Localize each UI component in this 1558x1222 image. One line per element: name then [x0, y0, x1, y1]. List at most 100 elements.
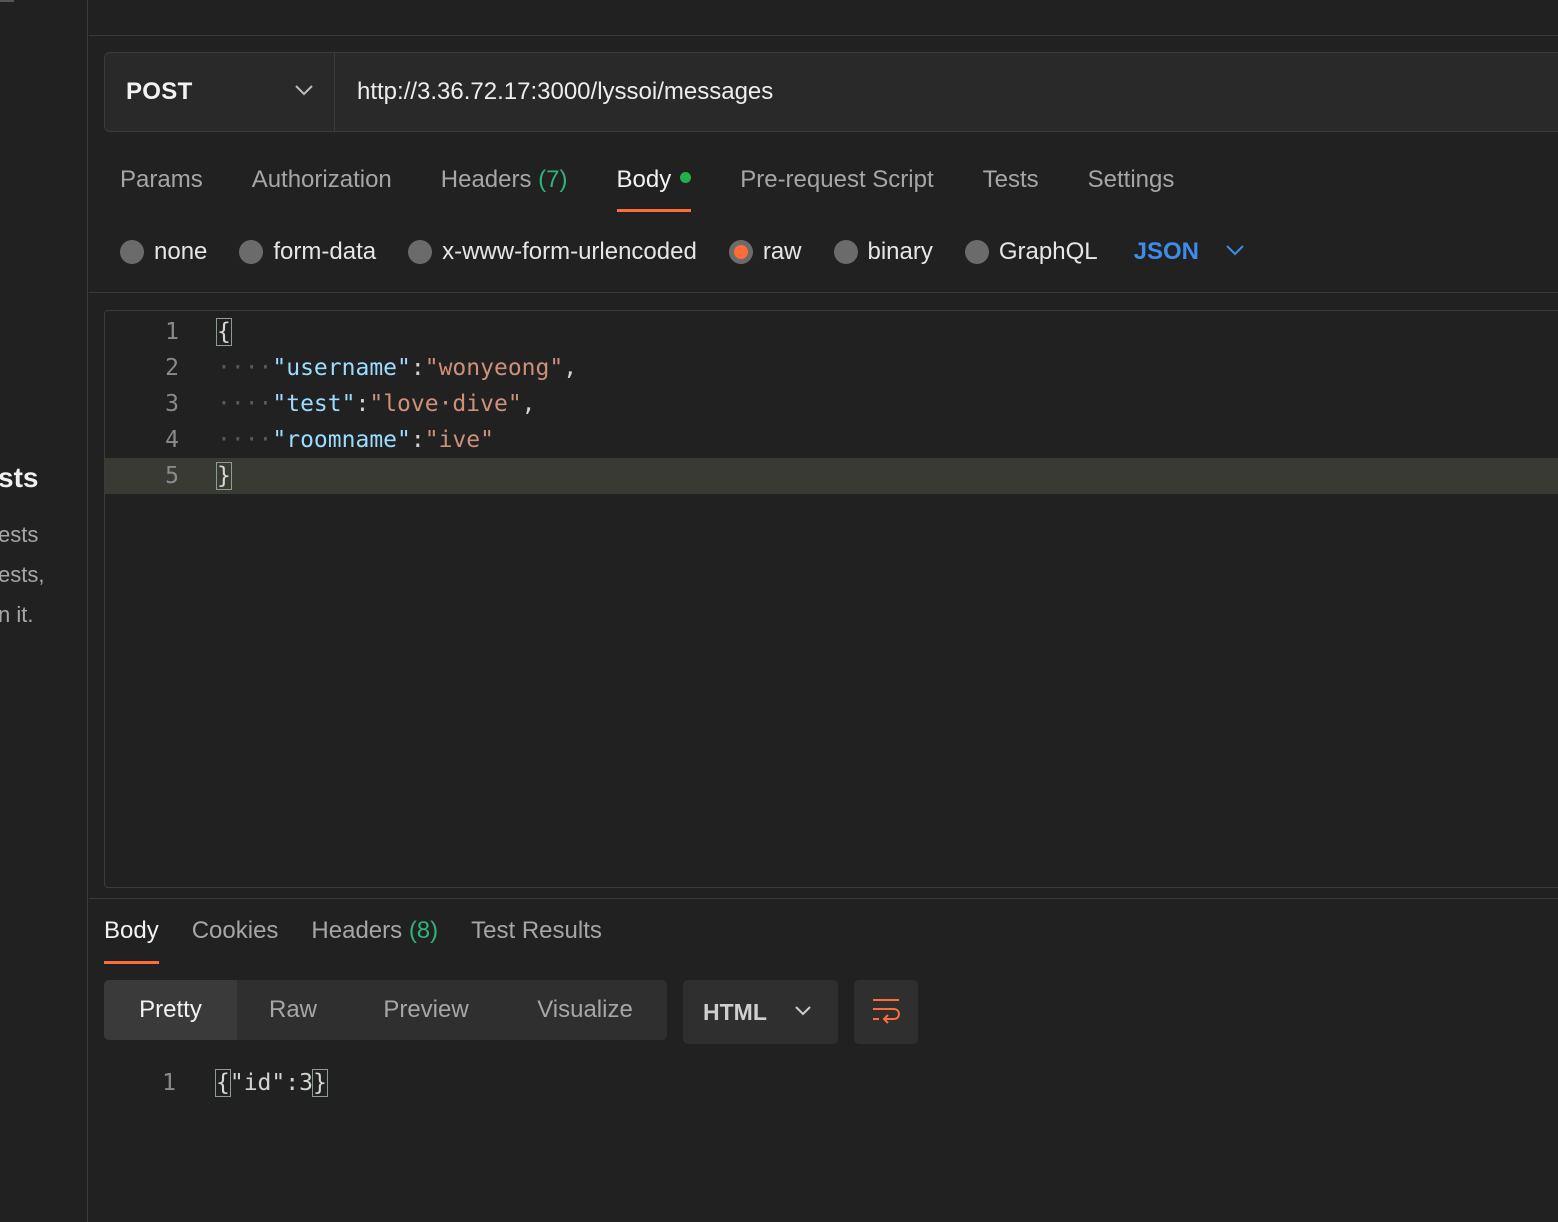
url-input[interactable]: http://3.36.72.17:3000/lyssoi/messages	[335, 53, 1558, 131]
tab-cookies[interactable]: Cookies	[192, 912, 279, 964]
tab-label: Authorization	[251, 166, 392, 193]
radio-label: GraphQL	[998, 238, 1098, 265]
sidebar-text-line: n it.	[0, 602, 34, 627]
view-raw-button[interactable]: Raw	[237, 980, 349, 1040]
sidebar: sts ests ests, n it.	[0, 0, 88, 1222]
line-number: 3	[165, 391, 179, 417]
view-visualize-button[interactable]: Visualize	[503, 980, 667, 1040]
view-pretty-button[interactable]: Pretty	[104, 980, 237, 1040]
json-comma: ,	[521, 391, 536, 417]
radio-label: binary	[867, 238, 933, 265]
tab-body[interactable]: Body	[616, 158, 692, 212]
close-brace: }	[311, 1069, 328, 1097]
language-select[interactable]: JSON	[1134, 238, 1245, 266]
open-brace: {	[216, 318, 232, 346]
tab-settings[interactable]: Settings	[1088, 158, 1175, 212]
json-value: "wonyeong"	[424, 355, 564, 381]
tab-tests[interactable]: Tests	[983, 158, 1039, 212]
response-headers-count: (8)	[408, 917, 439, 944]
radio-raw[interactable]: raw	[728, 238, 802, 266]
json-key: "username"	[272, 355, 411, 381]
line-number: 1	[165, 319, 179, 345]
tab-label: Body	[616, 166, 672, 193]
tab-response-body[interactable]: Body	[104, 912, 159, 964]
code-line: 4 ····"roomname":"ive"	[105, 422, 1558, 458]
response-format-select[interactable]: HTML	[683, 980, 838, 1044]
body-type-selector: none form-data x-www-form-urlencoded raw…	[120, 232, 1245, 272]
format-label: HTML	[703, 998, 767, 1025]
wrap-lines-icon	[870, 996, 902, 1029]
body-modified-dot	[680, 172, 692, 184]
code-line-current: 5 }	[105, 458, 1558, 494]
view-preview-button[interactable]: Preview	[349, 980, 503, 1040]
request-tabs: Params Authorization Headers (7) Body Pr…	[120, 158, 1223, 212]
radio-icon	[239, 240, 264, 264]
response-view-mode: Pretty Raw Preview Visualize	[104, 980, 667, 1040]
url-bar: POST http://3.36.72.17:3000/lyssoi/messa…	[104, 52, 1558, 132]
json-colon: :	[410, 427, 425, 453]
tab-authorization[interactable]: Authorization	[252, 158, 392, 212]
json-value: "ive"	[424, 427, 494, 453]
sidebar-heading: sts	[0, 462, 39, 493]
line-number: 1	[162, 1070, 176, 1096]
response-body-line: 1 {"id":3}	[104, 1065, 904, 1101]
indent-whitespace: ····	[217, 355, 273, 381]
wrap-lines-button[interactable]	[854, 980, 918, 1044]
tab-label: Test Results	[471, 917, 602, 944]
language-label: JSON	[1133, 238, 1199, 265]
tab-label: Params	[120, 166, 203, 193]
line-number: 5	[165, 463, 179, 489]
line-number: 4	[165, 427, 179, 453]
radio-label: raw	[762, 238, 802, 265]
radio-label: form-data	[273, 238, 377, 265]
radio-checked-icon	[728, 240, 753, 264]
radio-icon	[964, 240, 989, 264]
chevron-down-icon	[794, 1003, 812, 1021]
radio-icon	[120, 240, 144, 264]
open-brace: {	[215, 1069, 231, 1097]
sidebar-text-line: ests	[0, 522, 39, 547]
code-line: 3 ····"test":"love·dive",	[105, 386, 1558, 422]
response-content: "id":3	[229, 1070, 313, 1096]
json-colon: :	[410, 355, 425, 381]
response-tabs: Body Cookies Headers (8) Test Results	[104, 912, 635, 964]
tab-label: Settings	[1087, 166, 1175, 193]
radio-graphql[interactable]: GraphQL	[964, 238, 1098, 266]
tab-label: Headers	[311, 917, 403, 944]
tab-params[interactable]: Params	[120, 158, 203, 212]
tab-label: Cookies	[191, 917, 279, 944]
tab-test-results[interactable]: Test Results	[471, 912, 602, 964]
json-value: "love·dive"	[369, 391, 522, 417]
tab-label: Headers	[440, 166, 532, 193]
divider	[89, 292, 1558, 293]
sidebar-edge-marker	[0, 0, 14, 2]
code-line: 2 ····"username":"wonyeong",	[105, 350, 1558, 386]
json-comma: ,	[563, 355, 578, 381]
tab-pre-request-script[interactable]: Pre-request Script	[740, 158, 933, 212]
tab-response-headers[interactable]: Headers (8)	[311, 912, 438, 964]
radio-icon	[833, 240, 858, 264]
chevron-down-icon	[294, 83, 314, 101]
method-label: POST	[126, 78, 193, 105]
tab-headers[interactable]: Headers (7)	[441, 158, 568, 212]
radio-none[interactable]: none	[120, 238, 207, 266]
tab-label: Body	[104, 917, 159, 944]
line-number: 2	[165, 355, 179, 381]
indent-whitespace: ····	[217, 391, 273, 417]
method-select[interactable]: POST	[105, 53, 335, 131]
code-line: 1 {	[105, 314, 1558, 350]
request-body-editor[interactable]: 1 { 2 ····"username":"wonyeong", 3 ····"…	[104, 310, 1558, 888]
divider	[89, 898, 1558, 899]
json-colon: :	[355, 391, 370, 417]
json-key: "test"	[272, 391, 356, 417]
chevron-down-icon	[1225, 243, 1245, 261]
sidebar-text-line: ests,	[0, 562, 45, 587]
indent-whitespace: ····	[217, 427, 273, 453]
tab-bar	[89, 0, 1558, 36]
json-key: "roomname"	[272, 427, 411, 453]
radio-x-www-form-urlencoded[interactable]: x-www-form-urlencoded	[408, 238, 697, 266]
tab-label: Pre-request Script	[740, 166, 934, 193]
radio-form-data[interactable]: form-data	[239, 238, 376, 266]
radio-icon	[408, 240, 433, 264]
radio-binary[interactable]: binary	[833, 238, 933, 266]
